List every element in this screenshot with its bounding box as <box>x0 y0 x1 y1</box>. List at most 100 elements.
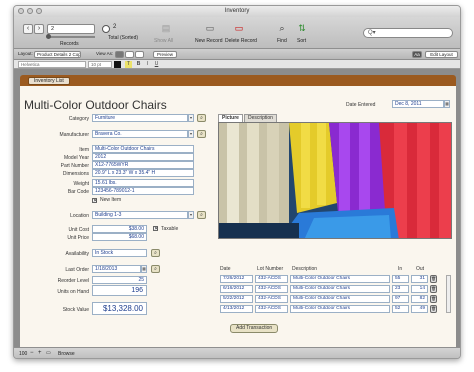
row-date[interactable]: 6/16/2012 <box>220 285 253 293</box>
new-record-icon[interactable]: ▭ <box>205 23 215 33</box>
availability-lookup-icon[interactable]: ⌕ <box>151 249 160 257</box>
dimensions-field[interactable]: 20.9" L x 23.3" W x 35.4" H <box>92 169 194 177</box>
table-view-button[interactable] <box>135 51 144 58</box>
row-in[interactable]: 23 <box>392 285 409 293</box>
tab-description[interactable]: Description <box>243 114 277 122</box>
formatting-bar-toggle[interactable]: Aa <box>412 51 422 58</box>
font-size-select[interactable]: 10 pt <box>88 61 112 68</box>
row-lot-number[interactable]: 432-ACDS <box>255 305 288 313</box>
date-picker-button[interactable]: ▦ <box>444 100 450 108</box>
find-icon[interactable]: ⌕ <box>277 23 287 33</box>
delete-row-icon[interactable]: 🗑 <box>430 295 437 303</box>
col-header-lot-number: Lot Number <box>257 266 284 272</box>
show-all-icon[interactable]: ▤ <box>161 23 171 33</box>
add-transaction-button[interactable]: Add Transaction <box>230 324 279 333</box>
row-out[interactable]: 49 <box>411 305 428 313</box>
location-dropdown[interactable]: ▾ <box>188 211 194 219</box>
transaction-row: 6/16/2012 432-ACDS Multi-Color Outdoor C… <box>218 285 454 294</box>
row-date[interactable]: 7/26/2012 <box>220 275 253 283</box>
text-color-button[interactable] <box>114 61 121 68</box>
quick-find-search[interactable]: Q▾ <box>363 28 453 38</box>
underline-button[interactable]: U <box>153 61 160 68</box>
delete-row-icon[interactable]: 🗑 <box>430 285 437 293</box>
last-order-lookup-icon[interactable]: ⌕ <box>151 265 160 273</box>
row-description[interactable]: Multi-Color Outdoor Chairs <box>290 305 390 313</box>
zoom-window-button[interactable] <box>36 8 42 14</box>
row-description[interactable]: Multi-Color Outdoor Chairs <box>290 275 390 283</box>
row-date[interactable]: 5/22/2012 <box>220 295 253 303</box>
row-out[interactable]: 31 <box>411 275 428 283</box>
previous-record-button[interactable]: ‹ <box>23 24 33 34</box>
row-in[interactable]: 52 <box>392 305 409 313</box>
highlight-color-button[interactable]: T <box>125 61 132 68</box>
toggle-toolbar-icon[interactable]: ▭ <box>46 350 51 356</box>
unit-price-field[interactable]: $68.00 <box>92 233 147 241</box>
stock-value-field[interactable]: $13,328.00 <box>92 302 147 315</box>
row-lot-number[interactable]: 432-ACDS <box>255 295 288 303</box>
sort-icon[interactable]: ⇅ <box>297 23 307 33</box>
part-number-field[interactable]: X12-7765WYR <box>92 161 194 169</box>
last-order-date-picker[interactable]: ▦ <box>141 265 147 273</box>
zoom-out-button[interactable]: − <box>30 350 34 356</box>
manufacturer-lookup-icon[interactable]: ⌕ <box>197 130 206 138</box>
model-year-field[interactable]: 2012 <box>92 153 194 161</box>
row-in[interactable]: 97 <box>392 295 409 303</box>
availability-field[interactable]: In Stock <box>92 249 147 257</box>
weight-field[interactable]: 15.61 lbs. <box>92 179 194 187</box>
delete-record-icon[interactable]: ▭ <box>234 23 244 33</box>
manufacturer-dropdown[interactable]: ▾ <box>188 130 194 138</box>
delete-row-icon[interactable]: 🗑 <box>430 305 437 313</box>
form-header: Inventory List <box>20 75 456 86</box>
edit-layout-button[interactable]: Edit Layout <box>425 51 458 58</box>
new-item-checkbox[interactable]: ✕ <box>92 198 97 204</box>
category-dropdown[interactable]: ▾ <box>188 114 194 122</box>
record-number-field[interactable]: 2 <box>47 24 95 34</box>
manufacturer-field[interactable]: Bravera Co. <box>92 130 188 138</box>
find-label[interactable]: Find <box>277 38 287 44</box>
bold-button[interactable]: B <box>135 61 142 68</box>
reorder-level-field[interactable]: 25 <box>92 276 147 284</box>
zoom-level[interactable]: 100 <box>19 351 27 357</box>
layout-select[interactable]: Product Details 2 Copy <box>34 51 81 58</box>
inventory-list-button[interactable]: Inventory List <box>28 77 70 85</box>
portal-scrollbar[interactable] <box>446 275 451 313</box>
category-field[interactable]: Furniture <box>92 114 188 122</box>
units-on-hand-field[interactable]: 196 <box>92 285 147 296</box>
bar-code-field[interactable]: 123456-789012-1 <box>92 187 194 195</box>
date-entered-field[interactable]: Dec 8, 2011 <box>392 100 444 108</box>
row-date[interactable]: 4/13/2012 <box>220 305 253 313</box>
location-field[interactable]: Building 1-3 <box>92 211 188 219</box>
row-out[interactable]: 14 <box>411 285 428 293</box>
taxable-checkbox[interactable]: ✕ <box>153 226 158 232</box>
show-all-label[interactable]: Show All <box>154 38 173 44</box>
record-slider[interactable] <box>46 34 95 39</box>
new-record-label[interactable]: New Record <box>195 38 223 44</box>
list-view-button[interactable] <box>125 51 134 58</box>
close-window-button[interactable] <box>18 8 24 14</box>
next-record-button[interactable]: › <box>34 24 44 34</box>
row-out[interactable]: 82 <box>411 295 428 303</box>
row-lot-number[interactable]: 432-ACDS <box>255 285 288 293</box>
category-lookup-icon[interactable]: ⌕ <box>197 114 206 122</box>
record-pie-icon <box>102 25 110 33</box>
zoom-in-button[interactable]: + <box>38 350 42 356</box>
item-field[interactable]: Multi-Color Outdoor Chairs <box>92 145 194 153</box>
tab-picture[interactable]: Picture <box>218 114 243 122</box>
mode-indicator[interactable]: Browse <box>58 351 75 357</box>
font-select[interactable]: Helvetica <box>18 61 86 68</box>
slider-handle[interactable] <box>46 34 51 39</box>
last-order-field[interactable]: 1/18/2013 <box>92 265 141 273</box>
delete-row-icon[interactable]: 🗑 <box>430 275 437 283</box>
form-view-button[interactable] <box>115 51 124 58</box>
preview-button[interactable]: Preview <box>153 51 177 58</box>
row-in[interactable]: 55 <box>392 275 409 283</box>
unit-cost-field[interactable]: $38.00 <box>92 225 147 233</box>
delete-record-label[interactable]: Delete Record <box>225 38 257 44</box>
italic-button[interactable]: I <box>144 61 151 68</box>
row-description[interactable]: Multi-Color Outdoor Chairs <box>290 295 390 303</box>
sort-label[interactable]: Sort <box>297 38 306 44</box>
location-lookup-icon[interactable]: ⌕ <box>197 211 206 219</box>
row-description[interactable]: Multi-Color Outdoor Chairs <box>290 285 390 293</box>
row-lot-number[interactable]: 432-ACDS <box>255 275 288 283</box>
minimize-window-button[interactable] <box>27 8 33 14</box>
